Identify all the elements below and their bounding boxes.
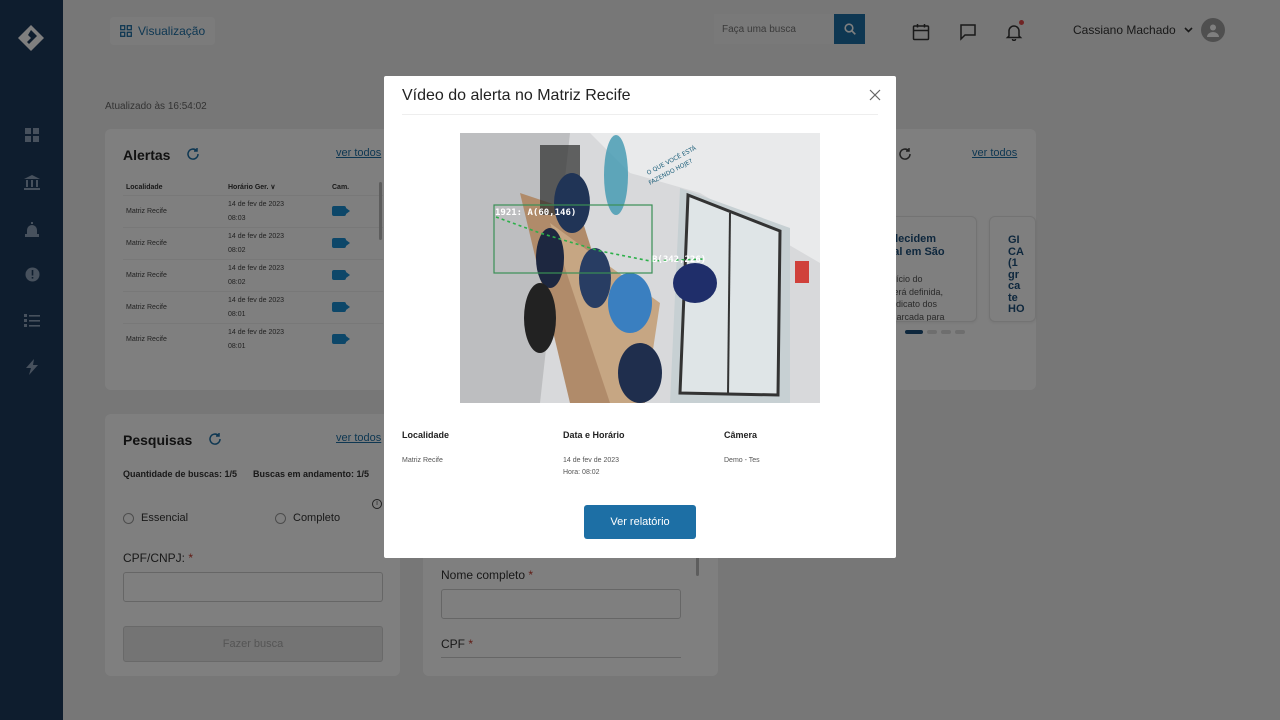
camera-label: Câmera (724, 430, 758, 440)
ver-relatorio-button[interactable]: Ver relatório (584, 505, 696, 539)
modal-divider (402, 114, 878, 115)
video-frame: 1921: A(60,146) B(342,226) O QUE VOCÊ ES… (460, 133, 820, 403)
camera-value: Demo - Tes (724, 457, 760, 464)
data-horario-value: 14 de fev de 2023 Hora: 08:02 (563, 457, 620, 476)
alert-video-modal: Vídeo do alerta no Matriz Recife 1921: A… (384, 76, 896, 558)
data-horario-label: Data e Horário (563, 430, 625, 440)
close-icon[interactable] (868, 88, 882, 102)
modal-title: Vídeo do alerta no Matriz Recife (402, 87, 631, 104)
localidade-label: Localidade (402, 430, 450, 440)
alert-video[interactable]: 1921: A(60,146) B(342,226) O QUE VOCÊ ES… (460, 133, 820, 403)
video-overlay-label-a: 1921: A(60,146) (495, 208, 576, 218)
video-overlay-label-b: B(342,226) (652, 255, 706, 265)
localidade-value: Matriz Recife (402, 457, 443, 464)
